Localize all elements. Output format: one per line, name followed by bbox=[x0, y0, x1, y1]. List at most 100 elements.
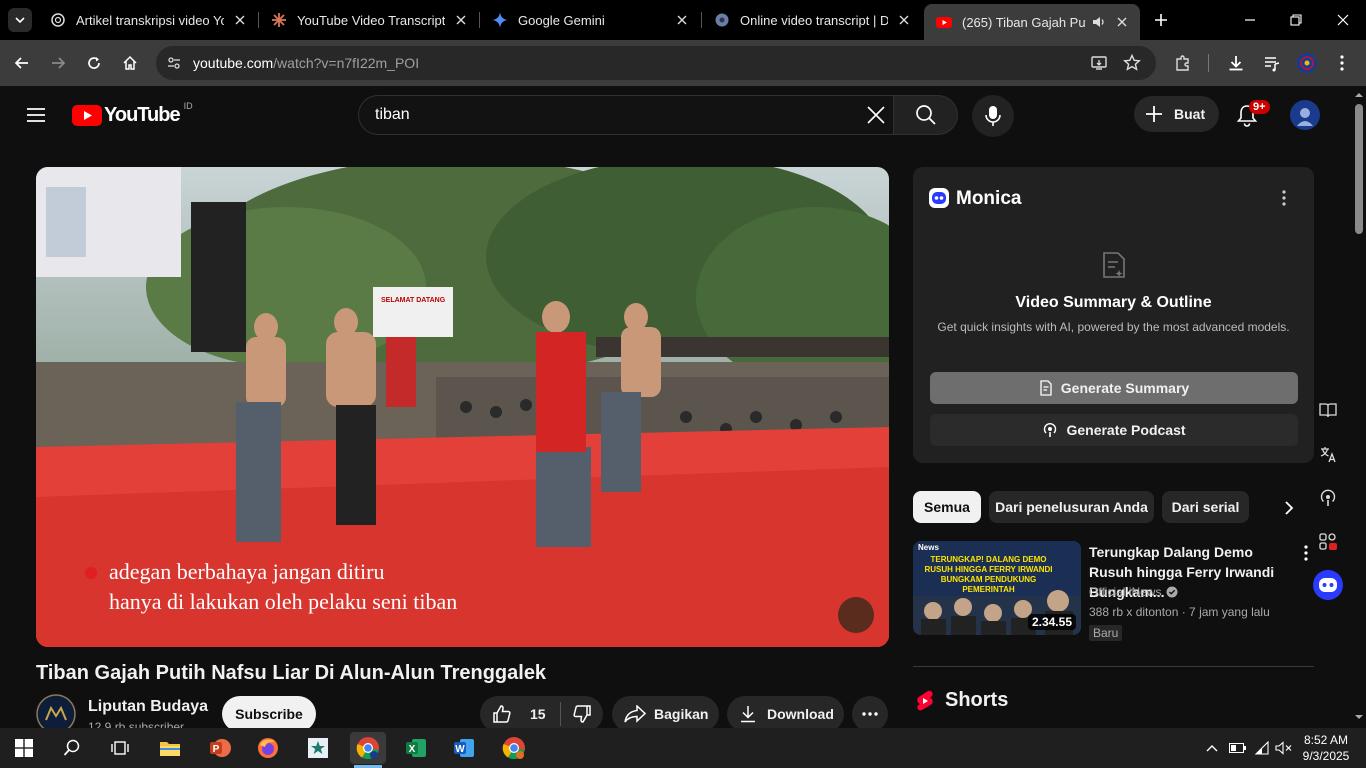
subscribe-button[interactable]: Subscribe bbox=[222, 696, 316, 732]
forward-button[interactable] bbox=[46, 51, 70, 75]
clock[interactable]: 8:52 AM 9/3/2025 bbox=[1300, 732, 1352, 764]
page-scrollbar[interactable] bbox=[1352, 86, 1366, 728]
close-icon[interactable] bbox=[896, 12, 912, 28]
close-icon[interactable] bbox=[453, 12, 469, 28]
browser-menu-button[interactable] bbox=[1330, 51, 1354, 75]
clear-search-button[interactable] bbox=[866, 105, 886, 125]
chip-all[interactable]: Semua bbox=[913, 491, 981, 523]
download-button[interactable]: Download bbox=[727, 696, 844, 732]
dock-translate-button[interactable] bbox=[1308, 434, 1348, 474]
file-explorer-app[interactable] bbox=[154, 732, 186, 764]
like-count: 15 bbox=[530, 706, 546, 722]
task-view-button[interactable] bbox=[104, 732, 136, 764]
recommended-thumbnail[interactable]: News TERUNGKAP! DALANG DEMO RUSUH HINGGA… bbox=[913, 541, 1081, 635]
dislike-button[interactable] bbox=[561, 696, 603, 732]
hamburger-icon bbox=[27, 108, 45, 122]
chrome-icon bbox=[356, 737, 379, 760]
monica-menu-button[interactable] bbox=[1277, 189, 1291, 207]
youtube-logo[interactable]: YouTube ID bbox=[72, 101, 193, 127]
excel-app[interactable]: X bbox=[400, 732, 432, 764]
voice-search-button[interactable] bbox=[972, 95, 1014, 137]
volume-indicator[interactable] bbox=[1272, 732, 1296, 764]
summary-document-icon bbox=[1101, 251, 1127, 279]
speaker-icon[interactable] bbox=[1092, 15, 1106, 29]
start-button[interactable] bbox=[8, 732, 40, 764]
chrome-profile-app[interactable] bbox=[498, 732, 530, 764]
dock-reader-button[interactable] bbox=[1308, 390, 1348, 430]
back-button[interactable] bbox=[10, 51, 34, 75]
generate-summary-button[interactable]: Generate Summary bbox=[930, 372, 1298, 404]
pinned-app[interactable] bbox=[302, 732, 334, 764]
tab-descript[interactable]: Online video transcript | Descript bbox=[702, 4, 922, 36]
section-divider bbox=[913, 666, 1314, 667]
chrome-app-active[interactable] bbox=[350, 732, 386, 764]
close-icon[interactable] bbox=[1114, 14, 1130, 30]
close-icon[interactable] bbox=[674, 12, 690, 28]
guide-menu-button[interactable] bbox=[24, 103, 48, 127]
dock-apps-button[interactable] bbox=[1308, 522, 1348, 562]
search-input[interactable]: tiban bbox=[358, 95, 894, 135]
scrollbar-thumb[interactable] bbox=[1355, 104, 1363, 234]
dock-monica-button[interactable] bbox=[1308, 565, 1348, 605]
close-icon[interactable] bbox=[232, 12, 248, 28]
recommended-video[interactable]: News TERUNGKAP! DALANG DEMO RUSUH HINGGA… bbox=[913, 541, 1314, 643]
show-hidden-icons-button[interactable] bbox=[1200, 732, 1224, 764]
create-button[interactable]: Buat bbox=[1134, 96, 1219, 132]
extensions-button[interactable] bbox=[1171, 51, 1195, 75]
taskbar-search-button[interactable] bbox=[56, 732, 88, 764]
share-button[interactable]: Bagikan bbox=[612, 696, 719, 732]
firefox-app[interactable] bbox=[252, 732, 284, 764]
windows-taskbar: P X W 8:52 AM 9/3/2025 bbox=[0, 728, 1366, 768]
close-window-button[interactable] bbox=[1320, 0, 1366, 40]
home-button[interactable] bbox=[118, 51, 142, 75]
microphone-icon bbox=[985, 106, 1001, 126]
volume-muted-icon bbox=[1275, 741, 1292, 755]
video-player[interactable]: adegan berbahaya jangan ditiru hanya di … bbox=[36, 167, 889, 647]
channel-name[interactable]: Liputan Budaya bbox=[88, 698, 208, 716]
generate-podcast-button[interactable]: Generate Podcast bbox=[930, 414, 1298, 446]
word-app[interactable]: W bbox=[448, 732, 480, 764]
recommended-channel[interactable]: Official iNews bbox=[1089, 585, 1178, 599]
tab-youtube-active[interactable]: (265) Tiban Gajah Putih Nafsu bbox=[924, 4, 1140, 40]
search-button[interactable] bbox=[894, 95, 958, 135]
thumbs-down-icon bbox=[573, 705, 591, 723]
minimize-button[interactable] bbox=[1227, 0, 1273, 40]
tab-gemini[interactable]: Google Gemini bbox=[480, 4, 700, 36]
like-button[interactable]: 15 bbox=[480, 696, 560, 732]
account-avatar[interactable] bbox=[1290, 100, 1320, 130]
downloads-button[interactable] bbox=[1224, 51, 1248, 75]
firefox-icon bbox=[258, 738, 278, 758]
address-bar[interactable]: youtube.com/watch?v=n7fI22m_POI bbox=[156, 46, 1156, 80]
chatgpt-icon bbox=[51, 13, 65, 27]
media-control-button[interactable] bbox=[1260, 51, 1284, 75]
chevron-down-icon bbox=[15, 17, 25, 24]
reload-icon bbox=[88, 57, 100, 69]
more-actions-button[interactable] bbox=[852, 696, 888, 732]
create-label: Buat bbox=[1174, 106, 1206, 122]
star-icon[interactable] bbox=[1123, 54, 1141, 72]
install-app-icon[interactable] bbox=[1090, 54, 1108, 72]
restore-icon bbox=[1290, 14, 1302, 26]
notification-badge: 9+ bbox=[1249, 100, 1270, 114]
tab-yt-transcription[interactable]: YouTube Video Transcription bbox=[259, 4, 479, 36]
logo-text: YouTube bbox=[104, 104, 181, 126]
battery-indicator[interactable] bbox=[1226, 732, 1250, 764]
toolbar-divider bbox=[1208, 54, 1209, 72]
chip-from-series[interactable]: Dari serial bbox=[1162, 491, 1249, 523]
profile-avatar[interactable] bbox=[1295, 51, 1319, 75]
powerpoint-app[interactable]: P bbox=[204, 732, 236, 764]
dock-podcast-button[interactable] bbox=[1308, 478, 1348, 518]
reload-button[interactable] bbox=[82, 51, 106, 75]
site-info-icon[interactable] bbox=[166, 55, 182, 71]
chip-from-search[interactable]: Dari penelusuran Anda bbox=[989, 491, 1154, 523]
network-indicator[interactable] bbox=[1250, 732, 1274, 764]
youtube-icon bbox=[936, 17, 952, 28]
chips-next-button[interactable] bbox=[1274, 493, 1304, 523]
notifications-button[interactable]: 9+ bbox=[1232, 100, 1270, 130]
tab-search-button[interactable] bbox=[8, 8, 32, 32]
thumbnail-headline: TERUNGKAP! DALANG DEMO RUSUH HINGGA FERR… bbox=[924, 555, 1053, 594]
restore-button[interactable] bbox=[1273, 0, 1319, 40]
new-tab-button[interactable] bbox=[1138, 0, 1184, 40]
tab-artikel[interactable]: Artikel transkripsi video YouTube bbox=[38, 4, 258, 36]
new-badge: Baru bbox=[1089, 625, 1123, 641]
